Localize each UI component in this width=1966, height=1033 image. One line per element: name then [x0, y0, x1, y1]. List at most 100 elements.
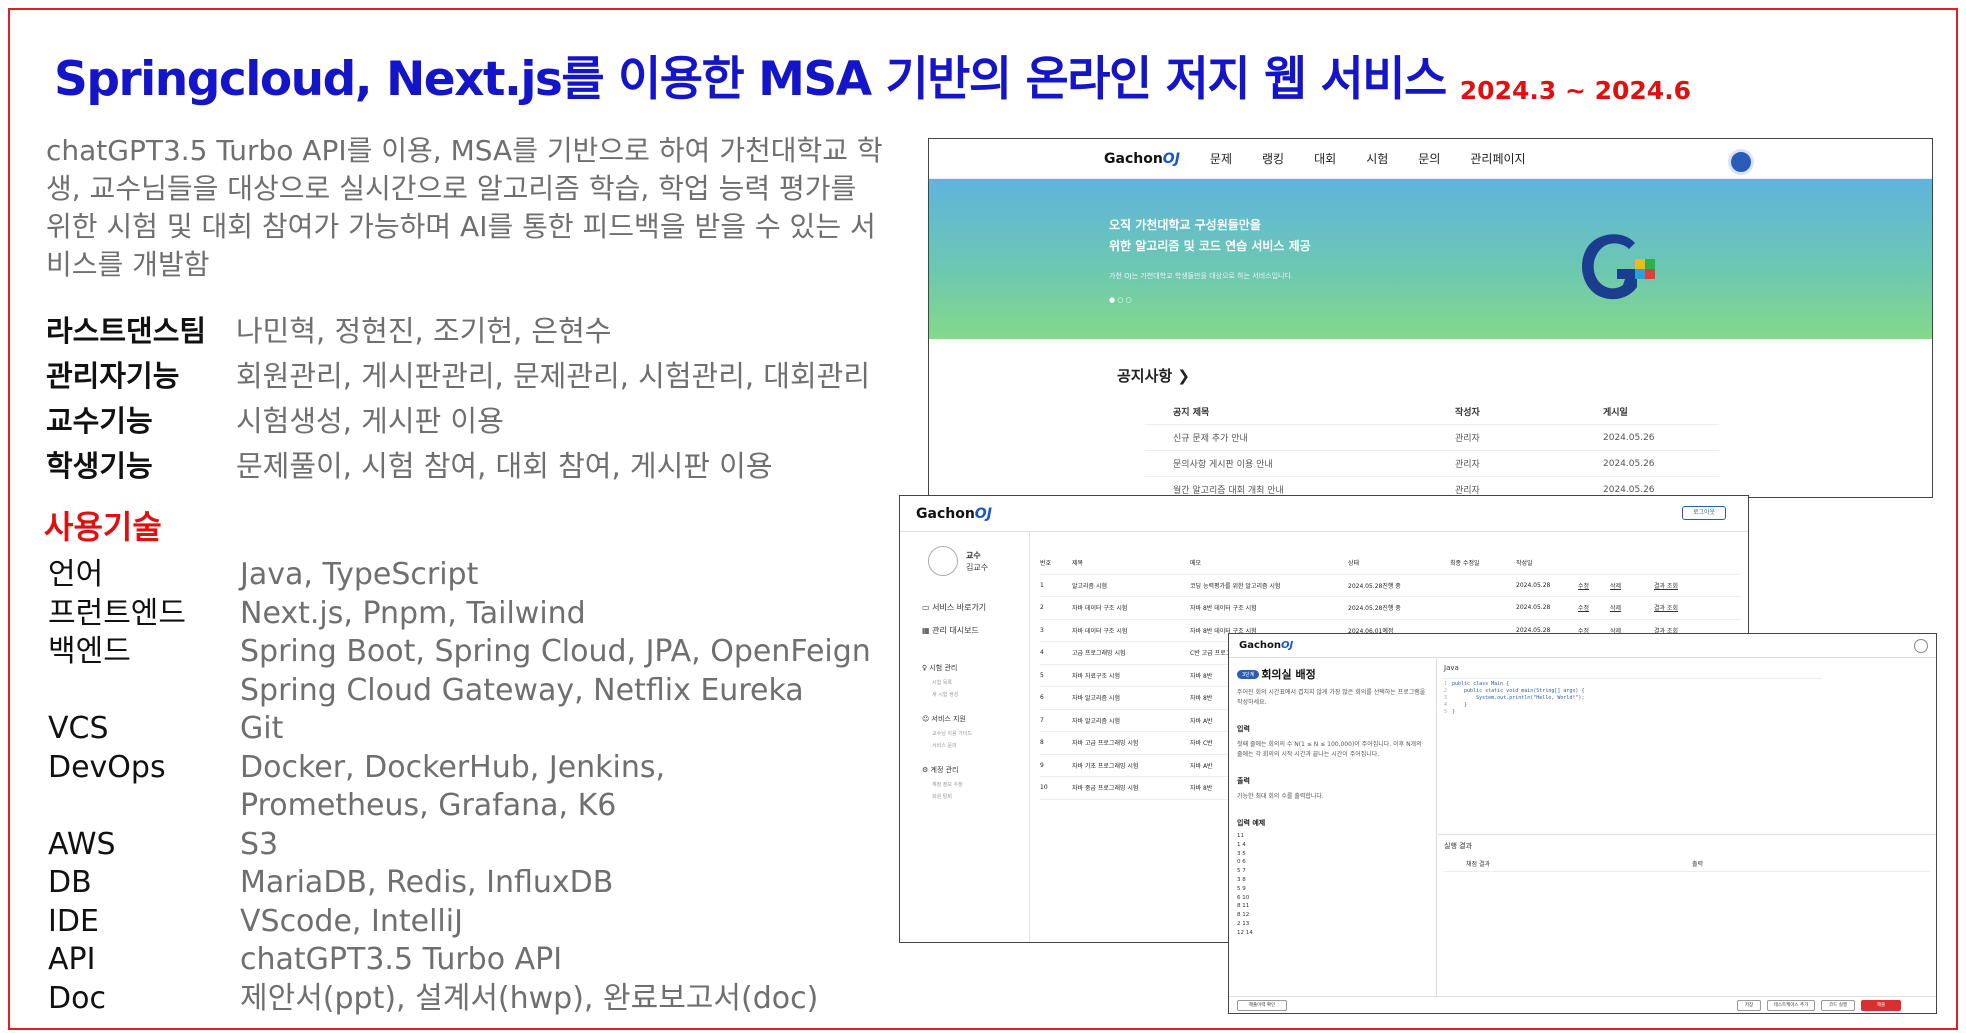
language-select[interactable]: Java	[1444, 664, 1459, 672]
user-icon[interactable]	[1914, 639, 1928, 653]
nav-item[interactable]: 관리페이지	[1470, 150, 1525, 167]
tech-value: Spring Cloud Gateway, Netflix Eureka	[240, 672, 804, 708]
site-logo[interactable]: GachonOJ	[1104, 151, 1180, 167]
roles-list: 라스트댄스팀 나민혁, 정현진, 조기헌, 은현수 관리자기능 회원관리, 게시판관…	[46, 306, 870, 486]
sidebar-item[interactable]: ▦ 관리 대시보드	[922, 619, 986, 642]
tech-value: Git	[240, 711, 284, 746]
gachon-logo-icon	[1582, 234, 1655, 300]
tech-row: Doc 제안서(ppt), 설계서(hwp), 완료보고서(doc)	[48, 980, 871, 1019]
level-badge: 3단계	[1237, 669, 1260, 679]
input-text: 첫째 줄에는 회의의 수 N(1 ≤ N ≤ 100,000)이 주어집니다. …	[1237, 741, 1422, 758]
code-panel: Java 1 public class Main { 2 public stati…	[1438, 658, 1936, 998]
tech-key: Doc	[48, 980, 106, 1016]
site-nav: GachonOJ 문제 랭킹 대회 시험 문의 관리페이지	[929, 139, 1932, 179]
tech-list: 언어 Java, TypeScript 프런트엔드 Next.js, Pnpm, T…	[48, 556, 871, 1018]
run-code-button[interactable]: 코드 실행	[1821, 1000, 1855, 1011]
tech-row: 언어 Java, TypeScript	[48, 556, 871, 595]
role-row: 교수기능 시험생성, 게시판 이용	[46, 396, 870, 441]
banner-headline: 오직 가천대학교 구성원들만을 위한 알고리즘 및 코드 연습 서비스 제공	[1109, 218, 1311, 253]
tech-key: AWS	[48, 826, 116, 862]
table-row[interactable]: 1 알고리즘 시험 코딩 능력평가를 위한 알고리즘 시험 2024.05.28진행 …	[1040, 575, 1740, 597]
tech-key: VCS	[48, 711, 109, 746]
result-panel: 실행 결과 채점 결과 출력	[1438, 834, 1936, 998]
dashboard-sidebar: 교수 김교수 ▭ 서비스 바로가기 ▦ 관리 대시보드 ♀ 시험 관리 시험 목록 새…	[900, 532, 1030, 942]
problem-description: 3단계 회의실 배정 주어진 회의 시간표에서 겹치지 않게 가장 많은 회의를…	[1229, 658, 1437, 998]
project-intro: chatGPT3.5 Turbo API를 이용, MSA를 기반으로 하여 가…	[46, 134, 883, 281]
tech-value: S3	[240, 826, 279, 862]
output-text: 가능한 최대 회의 수를 출력합니다.	[1237, 793, 1324, 800]
role-row: 라스트댄스팀 나민혁, 정현진, 조기헌, 은현수	[46, 306, 870, 351]
avatar	[928, 546, 958, 576]
sidebar-group[interactable]: ⚙ 계정 관리 계정 정보 수정 회원 탈퇴	[922, 762, 972, 803]
tech-key: 언어	[48, 557, 104, 592]
banner-subtext: 가천 OJ는 가천대학교 학생들만을 대상으로 하는 서비스입니다.	[1109, 272, 1294, 280]
project-period: 2024.3 ~ 2024.6	[1459, 76, 1692, 105]
role-value: 시험생성, 게시판 이용	[236, 403, 504, 438]
role-value: 나민혁, 정현진, 조기헌, 은현수	[236, 313, 612, 348]
tech-value: Spring Boot, Spring Cloud, JPA, OpenFeig…	[240, 634, 871, 669]
tech-key	[48, 787, 240, 826]
tech-value: VScode, IntelliJ	[240, 903, 463, 939]
role-key: 관리자기능	[46, 358, 180, 393]
title-row: Springcloud, Next.js를 이용한 MSA 기반의 온라인 저지…	[54, 40, 1691, 109]
tech-row: AWS S3	[48, 826, 871, 865]
problem-footer: 제출이력 확인 저장 테스트케이스 추가 코드 실행 제출	[1229, 996, 1936, 1013]
notice-title[interactable]: 공지사항 ❯	[1117, 365, 1190, 386]
table-row[interactable]: 문의사항 게시판 이용 안내 관리자 2024.05.26	[1145, 451, 1719, 477]
tech-row: IDE VScode, IntelliJ	[48, 903, 871, 942]
dashboard-header: GachonOJ	[900, 496, 1748, 532]
tech-key: API	[48, 942, 96, 977]
screenshot-main-page: GachonOJ 문제 랭킹 대회 시험 문의 관리페이지 오직 가천대학교 구…	[928, 138, 1933, 498]
logout-button[interactable]: 로그아웃	[1682, 506, 1726, 520]
tech-value: 제안서(ppt), 설계서(hwp), 완료보고서(doc)	[240, 980, 819, 1016]
sidebar-groups: ♀ 시험 관리 시험 목록 새 시험 생성 ☺ 서비스 지원 교수님 이용 가이드 서비…	[922, 660, 972, 803]
tech-value: Docker, DockerHub, Jenkins,	[240, 749, 666, 785]
tech-row: 프런트엔드 Next.js, Pnpm, Tailwind	[48, 595, 871, 634]
table-header: 번호 제목 메모 상태 최종 수정일 작성일	[1040, 552, 1740, 575]
tech-row: DB MariaDB, Redis, InfluxDB	[48, 864, 871, 903]
table-header: 공지 제목 작성자 게시일	[1145, 399, 1719, 425]
nav-item[interactable]: 랭킹	[1262, 150, 1284, 167]
screenshot-problem-page: GachonOJ 3단계 회의실 배정 주어진 회의 시간표에서 겹치지 않게 …	[1228, 633, 1937, 1014]
tech-value: Java, TypeScript	[240, 557, 479, 592]
hero-banner: 오직 가천대학교 구성원들만을 위한 알고리즘 및 코드 연습 서비스 제공 가천…	[929, 179, 1932, 339]
submission-history-button[interactable]: 제출이력 확인	[1237, 1000, 1287, 1011]
tech-key: DB	[48, 865, 92, 900]
sidebar-item[interactable]: ▭ 서비스 바로가기	[922, 596, 986, 619]
nav-item[interactable]: 시험	[1366, 150, 1388, 167]
result-title: 실행 결과	[1444, 842, 1472, 850]
tech-row: VCS Git	[48, 710, 871, 749]
role-row: 학생기능 문제풀이, 시험 참여, 대회 참여, 게시판 이용	[46, 441, 870, 486]
table-row[interactable]: 2 자바 데이터 구조 시험 자바 8반 데이터 구조 시험 2024.05.28진행…	[1040, 597, 1740, 620]
site-logo[interactable]: GachonOJ	[1239, 640, 1293, 651]
tech-key: IDE	[48, 903, 99, 939]
problem-title: 회의실 배정	[1261, 668, 1316, 681]
role-key: 라스트댄스팀	[46, 313, 207, 348]
nav-item[interactable]: 문제	[1210, 150, 1232, 167]
sidebar-menu: ▭ 서비스 바로가기 ▦ 관리 대시보드	[922, 596, 986, 642]
save-button[interactable]: 저장	[1737, 1000, 1761, 1011]
role-row: 관리자기능 회원관리, 게시판관리, 문제관리, 시험관리, 대회관리	[46, 351, 870, 396]
carousel-dots[interactable]: ● ○ ○	[1109, 296, 1132, 304]
tech-heading: 사용기술	[44, 508, 162, 546]
tech-row: 백엔드 Spring Boot, Spring Cloud, JPA, OpenF…	[48, 633, 871, 672]
table-row[interactable]: 신규 문제 추가 안내 관리자 2024.05.26	[1145, 425, 1719, 451]
sidebar-group[interactable]: ♀ 시험 관리 시험 목록 새 시험 생성	[922, 660, 972, 701]
add-testcase-button[interactable]: 테스트케이스 추가	[1767, 1000, 1815, 1011]
profile-info: 교수 김교수	[966, 551, 989, 572]
site-logo[interactable]: GachonOJ	[916, 506, 992, 522]
nav-item[interactable]: 문의	[1418, 150, 1440, 167]
role-value: 회원관리, 게시판관리, 문제관리, 시험관리, 대회관리	[236, 358, 871, 393]
section-title: 출력	[1237, 777, 1250, 785]
tech-value: Next.js, Pnpm, Tailwind	[240, 595, 586, 631]
avatar[interactable]	[1728, 149, 1754, 175]
example-input: 11 1 43 50 65 73 85 96 10 8 11 8 12 2 13 12 1…	[1237, 833, 1253, 936]
tech-key	[48, 672, 240, 711]
tech-row: Spring Cloud Gateway, Netflix Eureka	[48, 672, 871, 711]
submit-button[interactable]: 제출	[1861, 1000, 1901, 1011]
code-editor[interactable]: 1 public class Main { 2 public static voi…	[1442, 678, 1822, 838]
slide-title: Springcloud, Next.js를 이용한 MSA 기반의 온라인 저지…	[54, 52, 1447, 107]
nav-item[interactable]: 대회	[1314, 150, 1336, 167]
sidebar-group[interactable]: ☺ 서비스 지원 교수님 이용 가이드 서비스 문의	[922, 711, 972, 752]
tech-key: 백엔드	[48, 634, 131, 669]
